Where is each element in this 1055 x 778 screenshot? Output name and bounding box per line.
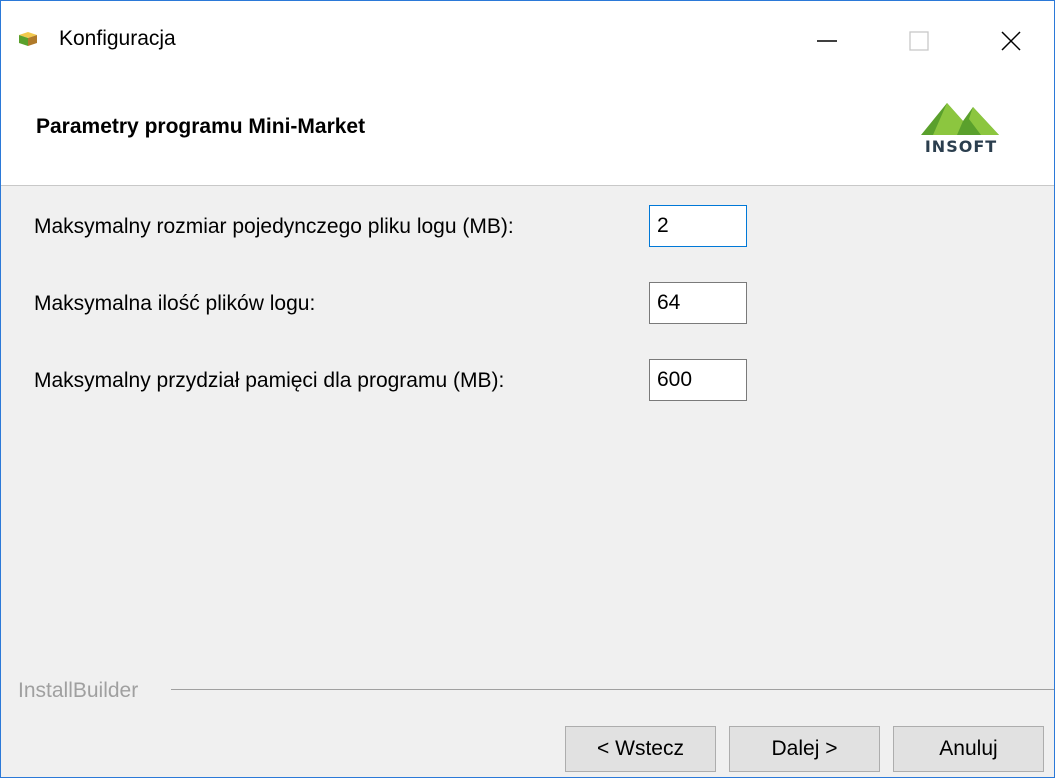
close-icon	[1001, 31, 1021, 51]
maximize-button	[873, 1, 965, 81]
configuration-window: Konfiguracja Parametry programu Mini-Mar…	[0, 0, 1055, 778]
form-row-log-count: Maksymalna ilość plików logu:	[1, 282, 1054, 326]
page-title: Parametry programu Mini-Market	[36, 115, 366, 138]
title-bar[interactable]: Konfiguracja	[1, 1, 1054, 81]
memory-label: Maksymalny przydział pamięci dla program…	[34, 369, 505, 392]
next-button[interactable]: Dalej >	[729, 726, 880, 772]
minimize-button[interactable]	[781, 1, 873, 81]
mountain-logo-icon	[921, 103, 999, 135]
close-button[interactable]	[965, 1, 1054, 81]
log-size-label: Maksymalny rozmiar pojedynczego pliku lo…	[34, 215, 514, 238]
wizard-header: Parametry programu Mini-Market INSOFT	[1, 81, 1054, 186]
installer-box-icon	[17, 29, 39, 47]
insoft-logo: INSOFT	[911, 91, 1011, 163]
log-count-label: Maksymalna ilość plików logu:	[34, 292, 316, 315]
window-title: Konfiguracja	[59, 27, 176, 50]
installbuilder-label: InstallBuilder	[18, 679, 139, 702]
memory-input[interactable]	[649, 359, 747, 401]
logo-text: INSOFT	[924, 137, 998, 156]
cancel-button[interactable]: Anuluj	[893, 726, 1044, 772]
log-count-input[interactable]	[649, 282, 747, 324]
minimize-icon	[817, 40, 837, 42]
form-row-memory: Maksymalny przydział pamięci dla program…	[1, 359, 1054, 403]
form-row-log-size: Maksymalny rozmiar pojedynczego pliku lo…	[1, 205, 1054, 249]
maximize-icon	[909, 31, 929, 51]
footer-divider	[171, 689, 1054, 690]
log-size-input[interactable]	[649, 205, 747, 247]
back-button[interactable]: < Wstecz	[565, 726, 716, 772]
